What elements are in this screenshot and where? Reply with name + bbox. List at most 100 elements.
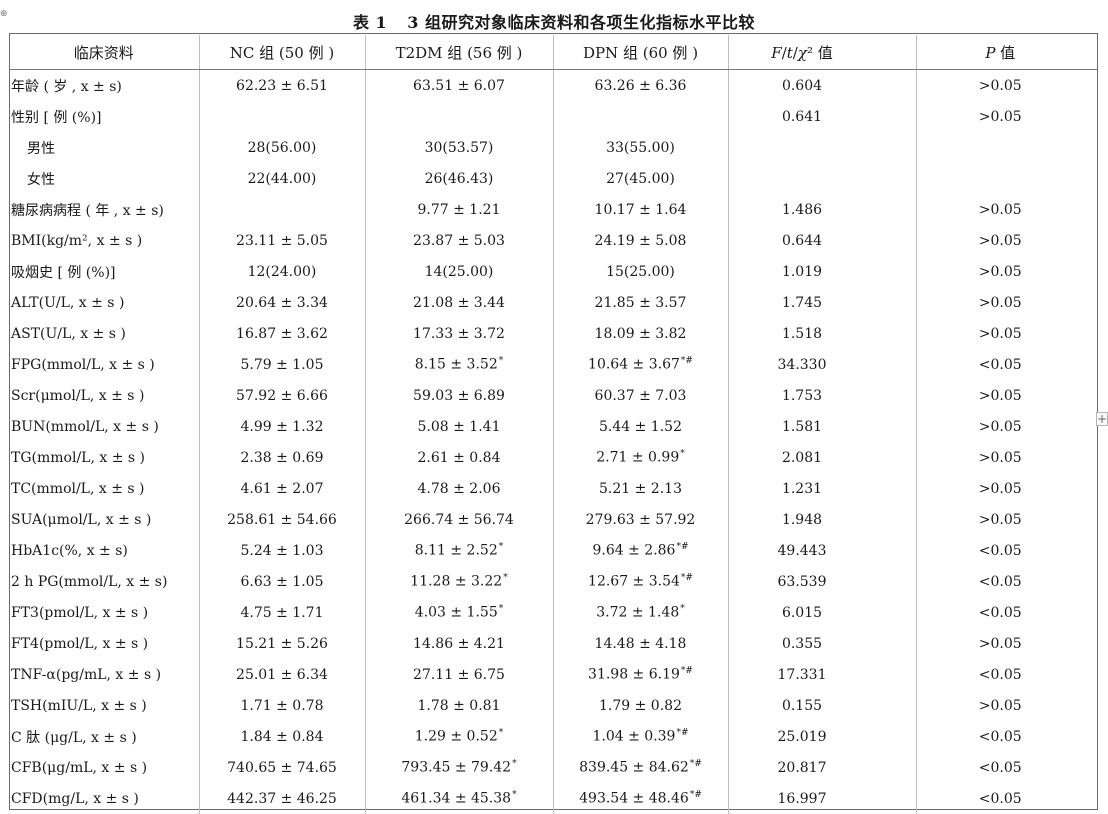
significance-mark: *	[512, 790, 517, 800]
cell-nc-text: 20.64 ± 3.34	[236, 295, 328, 311]
cell-p-value: >0.05	[916, 473, 1098, 504]
cell-p-value: >0.05	[916, 70, 1098, 102]
cell-nc-text: 2.38 ± 0.69	[241, 450, 324, 466]
cell-statistic-text: 17.331	[778, 667, 827, 683]
cell-t2dm-text: 4.78 ± 2.06	[418, 481, 501, 497]
cell-dpn: 12.67 ± 3.54*#	[553, 566, 728, 597]
cell-nc-text: 4.61 ± 2.07	[241, 481, 324, 497]
cell-t2dm-text: 63.51 ± 6.07	[413, 78, 505, 94]
header-dpn-group: DPN 组 (60 例 )	[553, 35, 728, 70]
cell-t2dm: 30(53.57)	[365, 132, 553, 163]
cell-statistic-text: 25.019	[778, 729, 827, 745]
cell-p-value: <0.05	[916, 566, 1098, 597]
cell-statistic: 20.817	[728, 752, 916, 783]
cell-statistic-text: 34.330	[778, 357, 827, 373]
row-label-text: CFD(mg/L, x ± s )	[11, 791, 139, 807]
cell-dpn: 2.71 ± 0.99*	[553, 442, 728, 473]
table-row: 女性22(44.00)26(46.43)27(45.00)	[9, 163, 1098, 194]
cell-dpn: 3.72 ± 1.48*	[553, 597, 728, 628]
cell-p-value: >0.05	[916, 225, 1098, 256]
row-label-text: FT4(pmol/L, x ± s )	[11, 636, 148, 652]
cell-statistic: 63.539	[728, 566, 916, 597]
cell-p-value: <0.05	[916, 659, 1098, 690]
cell-t2dm: 17.33 ± 3.72	[365, 318, 553, 349]
cell-dpn-text: 60.37 ± 7.03	[595, 388, 687, 404]
cell-dpn-text: 9.64 ± 2.86	[592, 543, 675, 559]
row-label-text: CFB(μg/mL, x ± s )	[11, 760, 147, 776]
row-label: 年龄 ( 岁 , x ± s)	[9, 70, 199, 102]
cell-nc: 22(44.00)	[199, 163, 365, 194]
cell-p-value-text: >0.05	[979, 512, 1022, 528]
cell-statistic: 49.443	[728, 535, 916, 566]
cell-t2dm: 59.03 ± 6.89	[365, 380, 553, 411]
row-label-text: TC(mmol/L, x ± s )	[11, 481, 145, 497]
table-row: TC(mmol/L, x ± s ) 4.61 ± 2.07 4.78 ± 2.06…	[9, 473, 1098, 504]
cell-statistic: 16.997	[728, 783, 916, 814]
cell-nc: 1.71 ± 0.78	[199, 690, 365, 721]
row-label: 男性	[9, 132, 199, 163]
cell-t2dm: 26(46.43)	[365, 163, 553, 194]
cell-t2dm-text: 27.11 ± 6.75	[413, 667, 505, 683]
table-row: C 肽 (μg/L, x ± s )1.84 ± 0.841.29 ± 0.52…	[9, 721, 1098, 752]
cell-statistic: 1.948	[728, 504, 916, 535]
row-label: Scr(μmol/L, x ± s )	[9, 380, 199, 411]
cell-statistic: 17.331	[728, 659, 916, 690]
cell-t2dm-text: 266.74 ± 56.74	[404, 512, 514, 528]
add-row-plus-icon[interactable]: +	[1096, 412, 1108, 426]
significance-mark: *#	[676, 542, 688, 552]
cell-p-value-text: <0.05	[979, 791, 1022, 807]
cell-p-value: <0.05	[916, 752, 1098, 783]
cell-p-value: >0.05	[916, 256, 1098, 287]
cell-nc-text: 5.79 ± 1.05	[241, 357, 324, 373]
cell-dpn: 5.44 ± 1.52	[553, 411, 728, 442]
cell-nc: 2.38 ± 0.69	[199, 442, 365, 473]
cell-p-value-text: >0.05	[979, 264, 1022, 280]
table-row: FT4(pmol/L, x ± s )15.21 ± 5.2614.86 ± 4…	[9, 628, 1098, 659]
cell-p-value-text: <0.05	[979, 729, 1022, 745]
cell-t2dm: 14.86 ± 4.21	[365, 628, 553, 659]
cell-p-value-text: >0.05	[979, 450, 1022, 466]
table-row: CFD(mg/L, x ± s )442.37 ± 46.25461.34 ± …	[9, 783, 1098, 814]
row-label: 2 h PG(mmol/L, x ± s)	[9, 566, 199, 597]
cell-p-value: >0.05	[916, 690, 1098, 721]
significance-mark: *#	[681, 356, 693, 366]
cell-statistic: 0.355	[728, 628, 916, 659]
cell-dpn-text: 31.98 ± 6.19	[588, 667, 680, 683]
cell-statistic-text: 0.604	[782, 78, 822, 94]
cell-t2dm-text: 5.08 ± 1.41	[418, 419, 501, 435]
cell-dpn-text: 12.67 ± 3.54	[588, 574, 680, 590]
cell-t2dm: 27.11 ± 6.75	[365, 659, 553, 690]
cell-statistic-text: 0.641	[782, 109, 822, 125]
cell-nc: 5.79 ± 1.05	[199, 349, 365, 380]
header-t2dm-group: T2DM 组 (56 例 )	[365, 35, 553, 70]
cell-statistic: 0.604	[728, 70, 916, 102]
cell-t2dm-text: 9.77 ± 1.21	[418, 202, 501, 218]
cell-t2dm-text: 461.34 ± 45.38	[401, 791, 511, 807]
significance-mark: *	[499, 542, 504, 552]
cell-p-value: >0.05	[916, 318, 1098, 349]
cell-nc-text: 1.84 ± 0.84	[241, 729, 324, 745]
row-label: 糖尿病病程 ( 年 , x ± s)	[9, 194, 199, 225]
cell-t2dm-text: 4.03 ± 1.55	[415, 605, 498, 621]
row-label: 女性	[9, 163, 199, 194]
table-row: FT3(pmol/L, x ± s )4.75 ± 1.714.03 ± 1.5…	[9, 597, 1098, 628]
row-label-text: SUA(μmol/L, x ± s )	[11, 512, 151, 528]
cell-t2dm: 1.78 ± 0.81	[365, 690, 553, 721]
row-label: CFB(μg/mL, x ± s )	[9, 752, 199, 783]
cell-nc: 5.24 ± 1.03	[199, 535, 365, 566]
cell-p-value-text: <0.05	[979, 667, 1022, 683]
header-statistic: F/t/χ² 值	[728, 35, 916, 70]
cell-t2dm: 23.87 ± 5.03	[365, 225, 553, 256]
cell-statistic: 1.231	[728, 473, 916, 504]
cell-dpn-text: 1.04 ± 0.39	[592, 729, 675, 745]
cell-nc-text: 57.92 ± 6.66	[236, 388, 328, 404]
cell-statistic: 1.486	[728, 194, 916, 225]
table-row: FPG(mmol/L, x ± s )5.79 ± 1.058.15 ± 3.5…	[9, 349, 1098, 380]
table-row: ALT(U/L, x ± s )20.64 ± 3.3421.08 ± 3.44…	[9, 287, 1098, 318]
cell-t2dm-text: 14(25.00)	[425, 264, 494, 280]
cell-nc-text: 4.75 ± 1.71	[241, 605, 324, 621]
cell-t2dm: 63.51 ± 6.07	[365, 70, 553, 102]
row-label: TNF-α(pg/mL, x ± s )	[9, 659, 199, 690]
cell-dpn-text: 10.64 ± 3.67	[588, 357, 680, 373]
cell-statistic-text: 1.019	[782, 264, 822, 280]
